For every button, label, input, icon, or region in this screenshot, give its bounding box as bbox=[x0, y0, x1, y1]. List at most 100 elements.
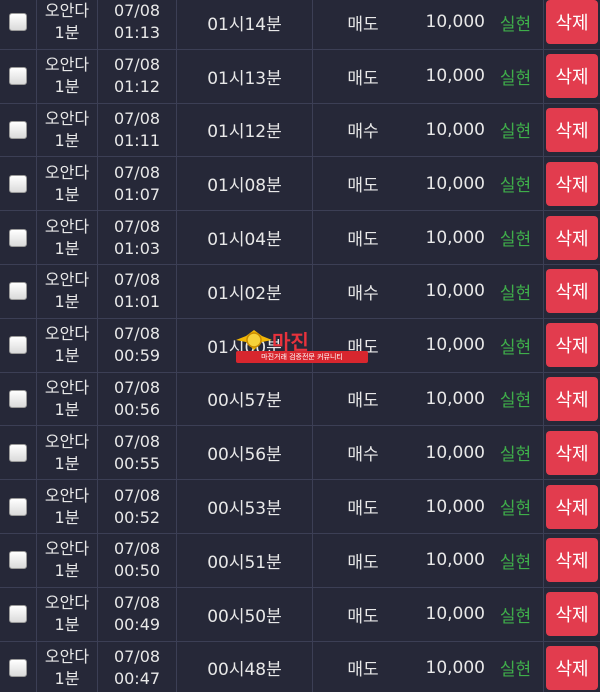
table-row: 오안다 1분 07/08 01:13 01시14분 매도 10,000 실현 삭… bbox=[0, 0, 600, 50]
product-name: 오안다 1분 bbox=[37, 50, 97, 103]
trade-amount: 10,000 bbox=[425, 119, 485, 140]
trade-status: 실현 bbox=[499, 499, 532, 520]
row-checkbox[interactable] bbox=[9, 282, 27, 301]
delete-button[interactable]: 삭제 bbox=[546, 592, 598, 637]
product-name-line1: 오안다 bbox=[44, 55, 90, 75]
table-row: 오안다 1분 07/08 00:59 01시00분 매도 10,000 실현 삭… bbox=[0, 318, 600, 373]
table-row: 오안다 1분 07/08 00:56 00시57분 매도 10,000 실현 삭… bbox=[0, 372, 600, 427]
order-datetime: 07/08 01:13 bbox=[98, 0, 176, 49]
row-checkbox[interactable] bbox=[9, 497, 27, 516]
trade-type: 매도 bbox=[347, 660, 379, 681]
delete-button[interactable]: 삭제 bbox=[546, 269, 598, 314]
row-checkbox-cell bbox=[0, 426, 36, 479]
delete-button[interactable]: 삭제 bbox=[546, 161, 598, 206]
trade-status: 실현 bbox=[499, 14, 532, 35]
trade-history-table: 오안다 1분 07/08 01:13 01시14분 매도 10,000 실현 삭… bbox=[0, 0, 600, 692]
delete-button[interactable]: 삭제 bbox=[546, 538, 598, 583]
row-checkbox[interactable] bbox=[9, 605, 27, 624]
row-checkbox-cell bbox=[0, 211, 36, 264]
product-name-line2: 1분 bbox=[54, 23, 80, 43]
trade-amount: 10,000 bbox=[425, 496, 485, 517]
trade-amount: 10,000 bbox=[425, 442, 485, 463]
row-checkbox[interactable] bbox=[9, 120, 27, 139]
trade-type: 매도 bbox=[347, 552, 379, 573]
trade-type: 매도 bbox=[347, 68, 379, 89]
delete-cell: 삭제 bbox=[544, 373, 600, 426]
order-date: 07/08 bbox=[113, 216, 161, 236]
row-checkbox[interactable] bbox=[9, 336, 27, 355]
product-name-line2: 1분 bbox=[54, 399, 80, 419]
product-name: 오안다 1분 bbox=[37, 265, 97, 318]
trade-amount: 10,000 bbox=[425, 12, 485, 33]
delete-cell: 삭제 bbox=[544, 534, 600, 587]
row-checkbox-cell bbox=[0, 319, 36, 372]
trade-amount: 10,000 bbox=[425, 550, 485, 571]
trade-type: 매도 bbox=[347, 14, 379, 35]
row-checkbox-cell bbox=[0, 50, 36, 103]
trade-rows: 오안다 1분 07/08 01:13 01시14분 매도 10,000 실현 삭… bbox=[0, 0, 600, 692]
delete-button[interactable]: 삭제 bbox=[546, 215, 598, 260]
round-minute: 00시53분 bbox=[207, 499, 282, 520]
trade-status: 실현 bbox=[499, 122, 532, 143]
order-time: 00:47 bbox=[113, 668, 161, 688]
delete-cell: 삭제 bbox=[544, 319, 600, 372]
order-date: 07/08 bbox=[113, 108, 161, 128]
row-checkbox[interactable] bbox=[9, 13, 27, 32]
delete-cell: 삭제 bbox=[544, 211, 600, 264]
trade-amount: 10,000 bbox=[425, 227, 485, 248]
trade-status: 실현 bbox=[499, 445, 532, 466]
order-time: 01:07 bbox=[113, 184, 161, 204]
product-name-line2: 1분 bbox=[54, 615, 80, 635]
order-time: 00:49 bbox=[113, 615, 161, 635]
product-name: 오안다 1분 bbox=[37, 157, 97, 210]
product-name: 오안다 1분 bbox=[37, 534, 97, 587]
product-name: 오안다 1분 bbox=[37, 104, 97, 157]
round-minute: 00시56분 bbox=[207, 445, 282, 466]
trade-type: 매도 bbox=[347, 391, 379, 412]
row-checkbox[interactable] bbox=[9, 551, 27, 570]
order-date: 07/08 bbox=[113, 270, 161, 290]
delete-button[interactable]: 삭제 bbox=[546, 645, 598, 690]
delete-cell: 삭제 bbox=[544, 642, 600, 692]
row-checkbox[interactable] bbox=[9, 174, 27, 193]
product-name-line2: 1분 bbox=[54, 238, 80, 258]
trade-status: 실현 bbox=[499, 68, 532, 89]
table-row: 오안다 1분 07/08 01:03 01시04분 매도 10,000 실현 삭… bbox=[0, 211, 600, 265]
row-checkbox-cell bbox=[0, 104, 36, 157]
round-minute: 01시02분 bbox=[207, 283, 282, 304]
product-name: 오안다 1분 bbox=[37, 373, 97, 426]
product-name-line2: 1분 bbox=[54, 184, 80, 204]
table-row: 오안다 1분 07/08 00:55 00시56분 매수 10,000 실현 삭… bbox=[0, 426, 600, 481]
row-checkbox[interactable] bbox=[9, 443, 27, 462]
round-minute: 01시13분 bbox=[207, 68, 282, 89]
order-time: 01:12 bbox=[113, 77, 161, 97]
delete-button[interactable]: 삭제 bbox=[546, 54, 598, 99]
product-name-line2: 1분 bbox=[54, 668, 80, 688]
product-name-line1: 오안다 bbox=[44, 324, 90, 344]
product-name-line2: 1분 bbox=[54, 130, 80, 150]
row-checkbox[interactable] bbox=[9, 389, 27, 408]
delete-button[interactable]: 삭제 bbox=[546, 323, 598, 368]
delete-button[interactable]: 삭제 bbox=[546, 484, 598, 529]
row-checkbox-cell bbox=[0, 642, 36, 692]
order-time: 00:55 bbox=[113, 453, 161, 473]
delete-button[interactable]: 삭제 bbox=[546, 107, 598, 152]
delete-button[interactable]: 삭제 bbox=[546, 376, 598, 421]
row-checkbox-cell bbox=[0, 480, 36, 533]
delete-button[interactable]: 삭제 bbox=[546, 430, 598, 475]
row-checkbox[interactable] bbox=[9, 67, 27, 86]
delete-cell: 삭제 bbox=[544, 50, 600, 103]
row-checkbox[interactable] bbox=[9, 228, 27, 247]
trade-status: 실현 bbox=[499, 660, 532, 681]
order-time: 01:11 bbox=[113, 130, 161, 150]
product-name: 오안다 1분 bbox=[37, 0, 97, 49]
round-minute: 01시08분 bbox=[207, 176, 282, 197]
delete-button[interactable]: 삭제 bbox=[546, 0, 598, 45]
product-name-line2: 1분 bbox=[54, 77, 80, 97]
trade-type: 매수 bbox=[347, 283, 379, 304]
order-datetime: 07/08 00:49 bbox=[98, 588, 176, 641]
row-checkbox[interactable] bbox=[9, 658, 27, 677]
round-minute: 01시00분 bbox=[207, 337, 282, 358]
row-checkbox-cell bbox=[0, 0, 36, 49]
round-minute: 01시12분 bbox=[207, 122, 282, 143]
